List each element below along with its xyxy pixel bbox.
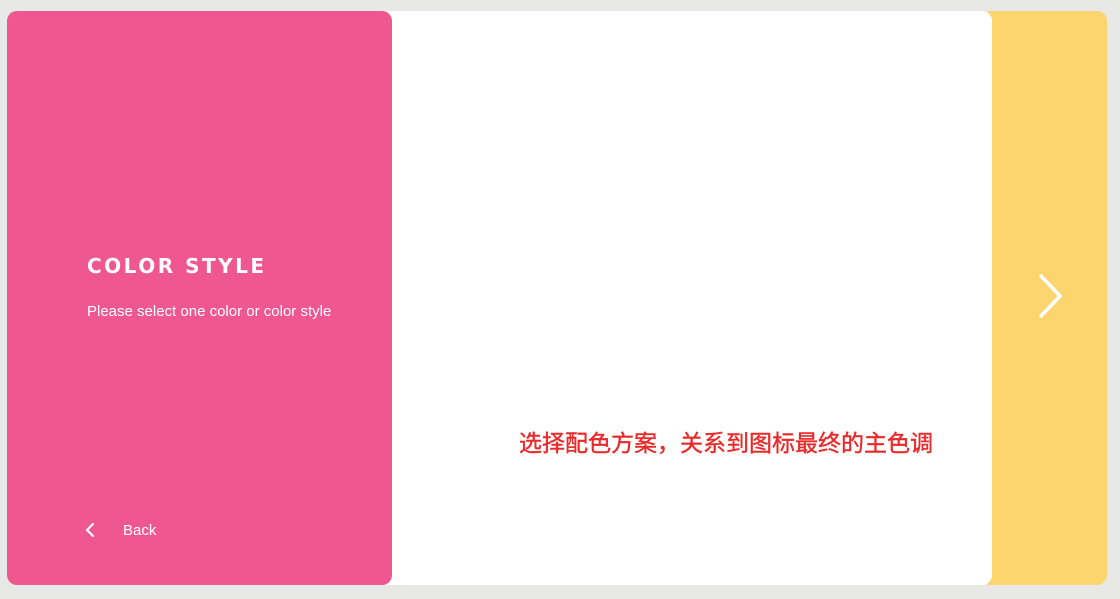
next-button[interactable]	[1028, 270, 1072, 326]
annotation-text: 选择配色方案，关系到图标最终的主色调	[519, 431, 933, 457]
left-panel: COLOR STYLE Please select one color or c…	[7, 11, 392, 585]
instruction-text: Please select one color or color style	[87, 303, 332, 320]
chevron-left-icon	[85, 522, 95, 538]
main-panel	[380, 11, 992, 585]
back-button[interactable]: Back	[85, 516, 205, 544]
back-label: Back	[123, 521, 157, 539]
chevron-right-icon	[1036, 273, 1064, 324]
page-title: COLOR STYLE	[87, 254, 267, 278]
